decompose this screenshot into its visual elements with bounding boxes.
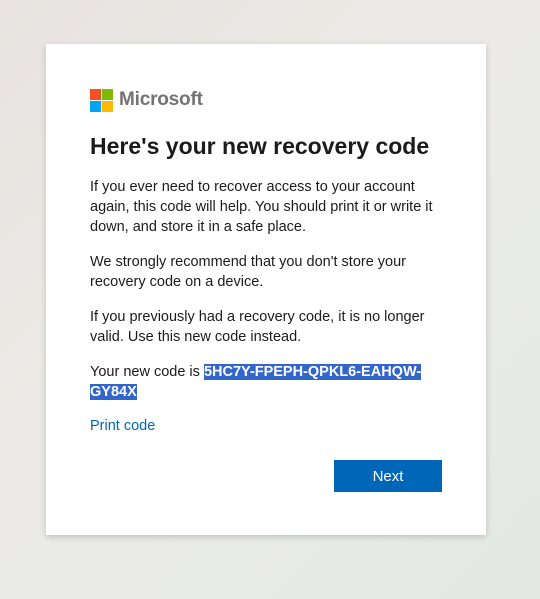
info-paragraph-previous: If you previously had a recovery code, i…: [90, 309, 425, 345]
logo-square-yellow: [102, 100, 113, 112]
microsoft-logo-icon: [90, 88, 113, 112]
info-paragraph-storage: We strongly recommend that you don't sto…: [90, 254, 407, 290]
logo-square-green: [102, 88, 113, 100]
info-paragraph-print: If you ever need to recover access to yo…: [90, 179, 433, 235]
print-code-link[interactable]: Print code: [90, 418, 155, 434]
new-code-line: Your new code is 5HC7Y-FPEPH-QPKL6-EAHQW…: [90, 362, 442, 402]
logo-square-blue: [90, 100, 101, 112]
new-code-prefix: Your new code is: [90, 364, 204, 380]
brand-name: Microsoft: [119, 89, 203, 110]
microsoft-logo: Microsoft: [90, 88, 442, 112]
logo-square-red: [90, 88, 101, 100]
page-title: Here's your new recovery code: [90, 133, 430, 159]
next-button[interactable]: Next: [334, 460, 442, 492]
recovery-code-card: Microsoft Here's your new recovery code …: [46, 44, 486, 535]
